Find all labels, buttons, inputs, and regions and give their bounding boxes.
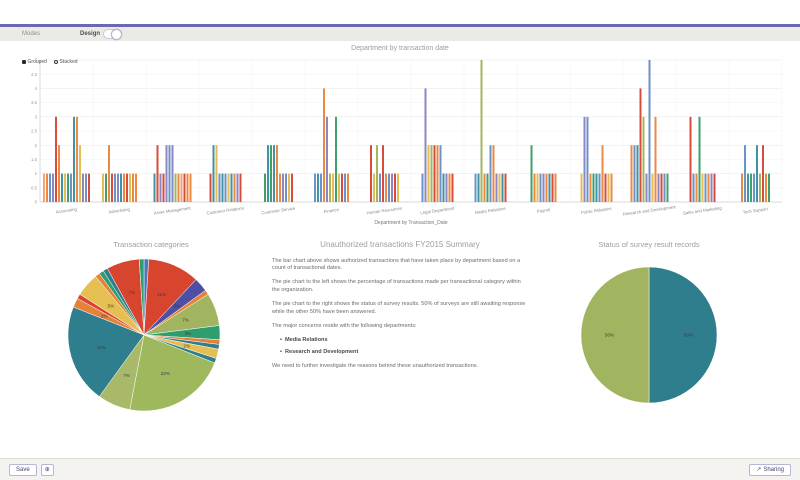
bottom-row: Transaction categories 11% 3% 7% 3% 2% 22% 7% 2… — [0, 236, 800, 417]
bar-chart-title: Department by transaction date — [10, 45, 790, 52]
svg-text:0.5: 0.5 — [31, 185, 38, 190]
design-mode-label: Design — [80, 31, 100, 37]
svg-text:5%: 5% — [108, 303, 115, 308]
svg-text:3%: 3% — [185, 331, 192, 336]
svg-text:50%: 50% — [605, 333, 614, 338]
svg-text:1: 1 — [35, 171, 38, 176]
grouped-label: Grouped — [28, 59, 47, 65]
svg-text:Payroll: Payroll — [536, 207, 550, 214]
radio-unselected-icon — [54, 60, 58, 64]
svg-text:7%: 7% — [128, 290, 135, 295]
svg-text:3: 3 — [35, 114, 38, 119]
transaction-categories-pie: 11% 3% 7% 3% 2% 22% 7% 21% 2% 5% 7% — [32, 249, 270, 417]
svg-text:Department by Transaction_Date: Department by Transaction_Date — [374, 220, 448, 226]
summary-bullet-list: Media Relations Research and Development — [272, 337, 528, 357]
svg-text:3%: 3% — [174, 303, 181, 308]
bar-mode-selector: Grouped Stacked — [22, 59, 78, 65]
svg-text:7%: 7% — [182, 318, 189, 323]
design-mode-toggle[interactable] — [103, 29, 122, 39]
modes-label: Modes — [22, 31, 40, 37]
grouped-option[interactable]: Grouped — [22, 59, 47, 65]
left-pie-title: Transaction categories — [32, 240, 270, 249]
summary-paragraph: The pie chart to the left shows the perc… — [272, 279, 528, 294]
toggle-knob — [111, 29, 122, 40]
svg-text:Human Resources: Human Resources — [366, 206, 402, 216]
svg-text:22%: 22% — [161, 371, 170, 376]
svg-text:2: 2 — [35, 143, 38, 148]
summary-bullet: Media Relations — [280, 337, 528, 345]
transaction-categories-panel: Transaction categories 11% 3% 7% 3% 2% 22% 7% 2… — [32, 236, 270, 417]
svg-text:Public Relations: Public Relations — [581, 206, 612, 215]
svg-text:Tech Support: Tech Support — [742, 206, 769, 215]
footer-bar: Save ⊕ ↗Sharing — [0, 458, 800, 480]
survey-status-panel: Status of survey result records 50% 50% — [530, 236, 768, 417]
save-button[interactable]: Save — [9, 464, 37, 476]
svg-text:Finance: Finance — [323, 207, 339, 214]
bar-chart-panel: Department by transaction date Grouped S… — [10, 45, 790, 232]
svg-text:2%: 2% — [183, 343, 190, 348]
summary-panel: Unauthorized transactions FY2015 Summary… — [272, 236, 528, 417]
summary-paragraph: The pie chart to the right shows the sta… — [272, 301, 528, 316]
top-toolbar: Modes Design — [0, 24, 800, 41]
svg-text:3.5: 3.5 — [31, 100, 38, 105]
right-pie-title: Status of survey result records — [530, 240, 768, 249]
svg-text:Research and Development: Research and Development — [623, 204, 677, 216]
radio-selected-icon — [22, 60, 26, 64]
svg-text:2%: 2% — [101, 314, 108, 319]
svg-text:Asset Management: Asset Management — [154, 205, 192, 215]
summary-bullet: Research and Development — [280, 349, 528, 357]
svg-text:Advertising: Advertising — [108, 206, 130, 214]
stacked-option[interactable]: Stacked — [54, 59, 78, 65]
summary-paragraph: The major concerns reside with the follo… — [272, 323, 528, 331]
share-icon: ↗ — [756, 467, 761, 473]
svg-text:0: 0 — [35, 200, 38, 205]
svg-text:50%: 50% — [684, 333, 693, 338]
svg-text:21%: 21% — [97, 345, 106, 350]
summary-closing: We need to further investigate the reaso… — [272, 363, 528, 371]
summary-paragraph: The bar chart above shows authorized tra… — [272, 258, 528, 273]
svg-text:4: 4 — [35, 86, 38, 91]
department-bar-chart: 00.511.522.533.544.55AccountingAdvertisi… — [10, 52, 790, 232]
svg-text:4.5: 4.5 — [31, 72, 38, 77]
survey-status-pie: 50% 50% — [530, 249, 768, 417]
sharing-button[interactable]: ↗Sharing — [749, 464, 791, 476]
summary-title: Unauthorized transactions FY2015 Summary — [272, 240, 528, 251]
svg-text:Sales and Marketing: Sales and Marketing — [683, 205, 723, 215]
svg-text:11%: 11% — [157, 292, 166, 297]
svg-text:Legal Department: Legal Department — [420, 206, 455, 216]
options-icon: ⊕ — [45, 467, 50, 473]
svg-text:Customer Service: Customer Service — [261, 206, 296, 216]
svg-text:1.5: 1.5 — [31, 157, 38, 162]
stacked-label: Stacked — [59, 59, 77, 65]
svg-text:Media Relations: Media Relations — [475, 206, 506, 215]
svg-text:2.5: 2.5 — [31, 129, 38, 134]
svg-text:Accounting: Accounting — [55, 206, 77, 214]
options-button[interactable]: ⊕ — [41, 464, 54, 476]
summary-paragraphs: The bar chart above shows authorized tra… — [272, 258, 528, 330]
svg-text:Customer Relations: Customer Relations — [206, 205, 244, 215]
sharing-label: Sharing — [763, 467, 784, 473]
svg-text:7%: 7% — [123, 373, 130, 378]
